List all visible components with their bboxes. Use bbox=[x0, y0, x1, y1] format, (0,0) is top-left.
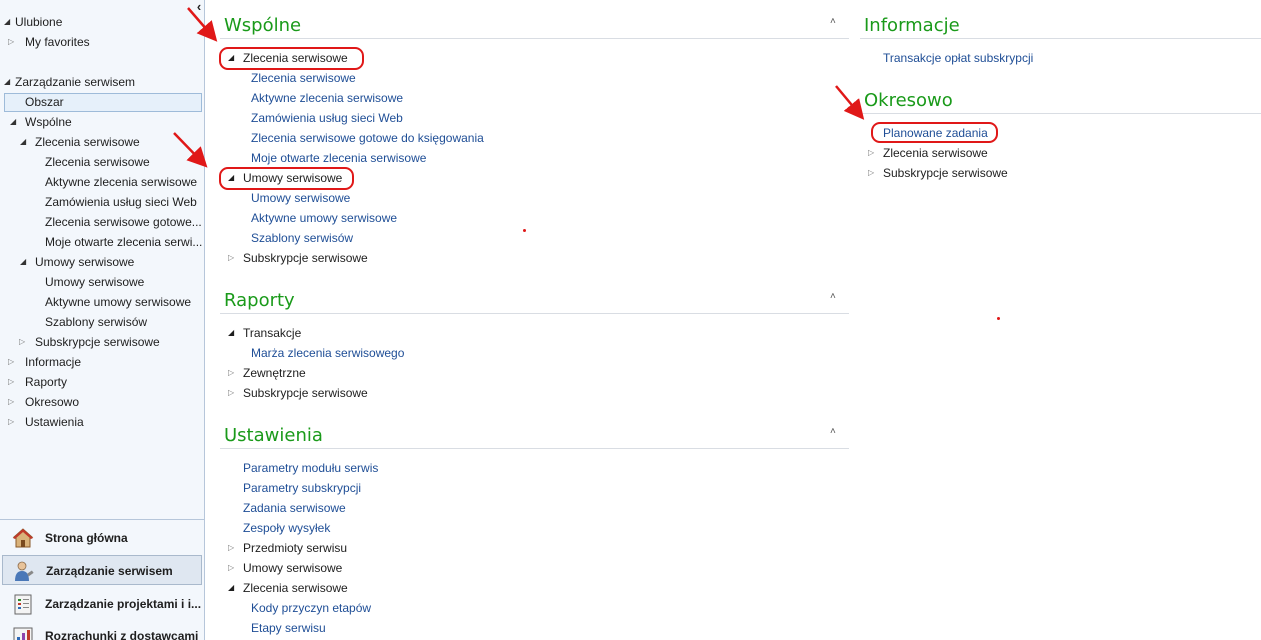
window: { "nav": { "tree": { "favorites_group": … bbox=[0, 0, 1261, 640]
link-subscription-parameters[interactable]: Parametry subskrypcji bbox=[243, 478, 361, 498]
collapsed-icon[interactable] bbox=[228, 383, 234, 403]
link-active-agreements[interactable]: Aktywne umowy serwisowe bbox=[251, 208, 397, 228]
collapsed-icon[interactable] bbox=[8, 392, 14, 412]
link-order-margin[interactable]: Marża zlecenia serwisowego bbox=[251, 343, 404, 363]
expanded-icon[interactable] bbox=[4, 12, 10, 32]
nav-periodic[interactable]: Okresowo bbox=[0, 392, 200, 412]
nav-module-group[interactable]: Zarządzanie serwisem bbox=[0, 72, 200, 92]
expanded-icon[interactable] bbox=[228, 323, 234, 343]
nav-link[interactable]: Aktywne umowy serwisowe bbox=[45, 292, 202, 312]
section-divider bbox=[220, 448, 849, 449]
nav-service-orders-group[interactable]: Zlecenia serwisowe bbox=[0, 132, 200, 152]
nav-reports[interactable]: Raporty bbox=[0, 372, 200, 392]
chart-icon bbox=[13, 627, 33, 640]
nav-link[interactable]: Aktywne zlecenia serwisowe bbox=[45, 172, 202, 192]
link-service-orders[interactable]: Zlecenia serwisowe bbox=[251, 68, 356, 88]
expanded-icon[interactable] bbox=[4, 72, 10, 92]
section-title-common: Wspólne bbox=[224, 15, 302, 36]
arrow-icon bbox=[835, 85, 865, 120]
collapsed-icon[interactable] bbox=[8, 32, 14, 52]
section-title-settings: Ustawienia bbox=[224, 425, 323, 446]
expanded-icon[interactable] bbox=[10, 112, 16, 132]
service-person-icon bbox=[15, 561, 34, 581]
module-buttons: Strona główna Zarządzanie serwisem Zarzą… bbox=[0, 519, 204, 640]
nav-info[interactable]: Informacje bbox=[0, 352, 200, 372]
collapsed-icon[interactable] bbox=[868, 143, 874, 163]
navigation-pane: ‹ Ulubione My favorites Zarządzanie serw… bbox=[0, 0, 205, 640]
expanded-icon[interactable] bbox=[228, 578, 234, 598]
link-service-tasks[interactable]: Zadania serwisowe bbox=[243, 498, 346, 518]
nav-link[interactable]: Zamówienia usług sieci Web bbox=[45, 192, 202, 212]
service-management-button[interactable]: Zarządzanie serwisem bbox=[2, 555, 202, 585]
nav-favorites-group[interactable]: Ulubione bbox=[0, 12, 200, 32]
collapsed-icon[interactable] bbox=[8, 372, 14, 392]
collapsed-icon[interactable] bbox=[228, 363, 234, 383]
collapsed-icon[interactable] bbox=[228, 538, 234, 558]
section-title-periodic: Okresowo bbox=[864, 90, 953, 111]
collapsed-icon[interactable] bbox=[8, 352, 14, 372]
section-title-info: Informacje bbox=[864, 15, 960, 36]
section-divider bbox=[860, 38, 1261, 39]
nav-common[interactable]: Wspólne bbox=[0, 112, 200, 132]
section-divider bbox=[220, 313, 849, 314]
annotation-dot bbox=[523, 229, 526, 232]
link-dispatch-teams[interactable]: Zespoły wysyłek bbox=[243, 518, 330, 538]
link-active-service-orders[interactable]: Aktywne zlecenia serwisowe bbox=[251, 88, 403, 108]
link-web-service-orders[interactable]: Zamówienia usług sieci Web bbox=[251, 108, 403, 128]
link-module-parameters[interactable]: Parametry modułu serwis bbox=[243, 458, 378, 478]
expanded-icon[interactable] bbox=[20, 132, 26, 152]
annotation-dot bbox=[997, 317, 1000, 320]
project-sheet-icon bbox=[14, 594, 32, 615]
nav-agreements-group[interactable]: Umowy serwisowe bbox=[0, 252, 200, 272]
collapse-section-icon[interactable]: ˄ bbox=[830, 16, 836, 27]
project-management-button[interactable]: Zarządzanie projektami i i... bbox=[2, 589, 202, 619]
link-service-templates[interactable]: Szablony serwisów bbox=[251, 228, 353, 248]
home-button[interactable]: Strona główna bbox=[2, 523, 202, 553]
collapsed-icon[interactable] bbox=[868, 163, 874, 183]
nav-subscriptions[interactable]: Subskrypcje serwisowe bbox=[0, 332, 200, 352]
link-service-agreements[interactable]: Umowy serwisowe bbox=[251, 188, 350, 208]
collapse-section-icon[interactable]: ˄ bbox=[830, 291, 836, 302]
highlight-circle bbox=[871, 122, 998, 143]
link-stage-reason-codes[interactable]: Kody przyczyn etapów bbox=[251, 598, 371, 618]
nav-my-favorites[interactable]: My favorites bbox=[0, 32, 200, 52]
link-service-stages[interactable]: Etapy serwisu bbox=[251, 618, 326, 638]
highlight-circle bbox=[219, 47, 364, 70]
highlight-circle bbox=[219, 167, 354, 190]
section-divider bbox=[220, 38, 849, 39]
collapsed-icon[interactable] bbox=[8, 412, 14, 432]
expanded-icon[interactable] bbox=[20, 252, 26, 272]
link-my-open-orders[interactable]: Moje otwarte zlecenia serwisowe bbox=[251, 148, 426, 168]
nav-link[interactable]: Moje otwarte zlecenia serwi... bbox=[45, 232, 202, 252]
collapsed-icon[interactable] bbox=[228, 248, 234, 268]
nav-link[interactable]: Zlecenia serwisowe bbox=[45, 152, 202, 172]
section-divider bbox=[860, 113, 1261, 114]
nav-settings[interactable]: Ustawienia bbox=[0, 412, 200, 432]
link-orders-ready-posting[interactable]: Zlecenia serwisowe gotowe do księgowania bbox=[251, 128, 484, 148]
navigation-tree: Ulubione My favorites Zarządzanie serwis… bbox=[0, 0, 204, 518]
house-icon bbox=[12, 528, 34, 548]
nav-area[interactable]: Obszar bbox=[0, 92, 200, 112]
nav-link[interactable]: Umowy serwisowe bbox=[45, 272, 202, 292]
vendor-payables-button[interactable]: Rozrachunki z dostawcami bbox=[2, 621, 202, 640]
collapse-section-icon[interactable]: ˄ bbox=[830, 426, 836, 437]
nav-link[interactable]: Zlecenia serwisowe gotowe... bbox=[45, 212, 202, 232]
link-subscription-fee-transactions[interactable]: Transakcje opłat subskrypcji bbox=[883, 48, 1033, 68]
collapsed-icon[interactable] bbox=[228, 558, 234, 578]
nav-link[interactable]: Szablony serwisów bbox=[45, 312, 202, 332]
collapsed-icon[interactable] bbox=[19, 332, 25, 352]
section-title-reports: Raporty bbox=[224, 290, 295, 311]
